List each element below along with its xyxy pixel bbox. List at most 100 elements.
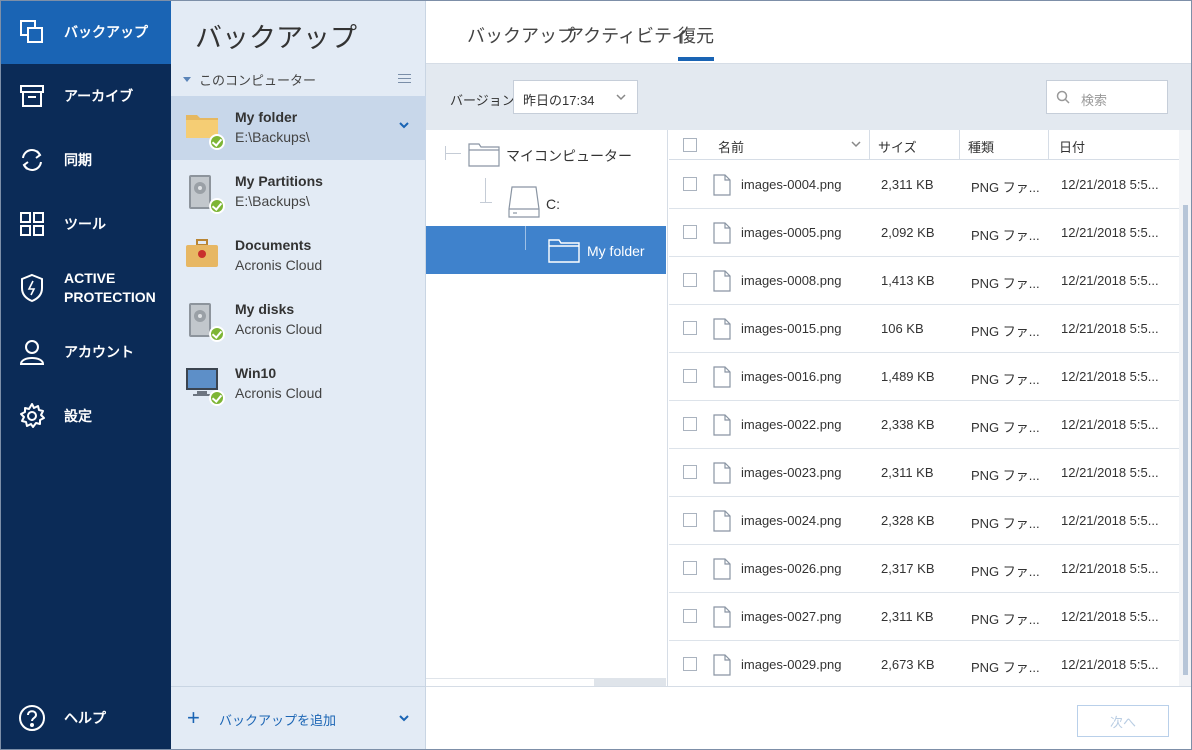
row-checkbox[interactable] <box>683 321 697 335</box>
table-row[interactable]: images-0022.png 2,338 KB PNG ファ... 12/21/20… <box>669 401 1179 449</box>
row-checkbox[interactable] <box>683 177 697 191</box>
backup-item-documents[interactable]: Documents Acronis Cloud <box>171 224 426 288</box>
nav-item-account[interactable]: アカウント <box>0 320 171 384</box>
table-row[interactable]: images-0026.png 2,317 KB PNG ファ... 12/21/20… <box>669 545 1179 593</box>
file-table: 名前 サイズ 種類 日付 images-0004.png 2,311 KB PNG … <box>669 130 1192 686</box>
row-checkbox[interactable] <box>683 369 697 383</box>
row-checkbox[interactable] <box>683 417 697 431</box>
column-header-size[interactable]: サイズ <box>870 130 960 160</box>
scrollbar-thumb[interactable] <box>426 678 594 686</box>
checkmark-icon <box>209 198 225 214</box>
tree-node-my-computer[interactable]: マイコンピューター <box>426 130 666 178</box>
file-icon <box>713 270 731 292</box>
file-name: images-0027.png <box>741 609 842 624</box>
file-size: 2,092 KB <box>881 225 935 240</box>
tab-recovery[interactable]: 復元 <box>678 22 714 61</box>
add-backup-label: バックアップを追加 <box>219 713 337 728</box>
backup-location: E:\Backups\ <box>235 193 310 209</box>
checkmark-icon <box>209 390 225 406</box>
file-type: PNG ファ... <box>971 420 1040 435</box>
nav-item-sync[interactable]: 同期 <box>0 128 171 192</box>
add-backup-button[interactable]: + バックアップを追加 <box>171 686 426 750</box>
backup-item-my-folder[interactable]: My folder E:\Backups\ <box>171 96 426 160</box>
tree-node-drive-c[interactable]: C: <box>426 178 666 226</box>
chevron-down-icon[interactable] <box>397 118 411 132</box>
nav-label: アカウント <box>64 343 134 360</box>
column-header-date[interactable]: 日付 <box>1049 130 1179 160</box>
sync-icon <box>18 146 46 174</box>
section-header[interactable]: このコンピューター <box>183 70 316 89</box>
file-icon <box>713 366 731 388</box>
nav-item-settings[interactable]: 設定 <box>0 384 171 448</box>
nav-label: ツール <box>64 215 106 232</box>
main-panel: バックアップ アクティビティ 復元 バージョン: 昨日の17:34 検索 マイコ… <box>426 0 1192 750</box>
file-date: 12/21/2018 5:5... <box>1061 561 1159 576</box>
copy-icon <box>18 18 46 46</box>
file-date: 12/21/2018 5:5... <box>1061 225 1159 240</box>
caret-down-icon <box>183 77 191 82</box>
row-checkbox[interactable] <box>683 465 697 479</box>
user-icon <box>18 338 46 366</box>
column-header-name[interactable]: 名前 <box>706 130 870 160</box>
hard-disk-icon <box>185 174 225 214</box>
tab-backup[interactable]: バックアップ <box>467 22 575 48</box>
briefcase-icon <box>185 238 225 278</box>
backup-item-win10[interactable]: Win10 Acronis Cloud <box>171 352 426 416</box>
table-row[interactable]: images-0015.png 106 KB PNG ファ... 12/21/2018… <box>669 305 1179 353</box>
file-icon <box>713 654 731 676</box>
nav-item-archive[interactable]: アーカイブ <box>0 64 171 128</box>
backup-item-my-disks[interactable]: My disks Acronis Cloud <box>171 288 426 352</box>
table-row[interactable]: images-0008.png 1,413 KB PNG ファ... 12/21/20… <box>669 257 1179 305</box>
backup-location: Acronis Cloud <box>235 257 323 273</box>
file-date: 12/21/2018 5:5... <box>1061 513 1159 528</box>
row-checkbox[interactable] <box>683 561 697 575</box>
nav-item-help[interactable]: ヘルプ <box>0 686 171 750</box>
nav-label: ACTIVE PROTECTION <box>64 269 156 307</box>
table-row[interactable]: images-0016.png 1,489 KB PNG ファ... 12/21/20… <box>669 353 1179 401</box>
tree-node-my-folder[interactable]: My folder <box>426 226 666 274</box>
file-type: PNG ファ... <box>971 324 1040 339</box>
tree-line <box>525 226 526 250</box>
file-type: PNG ファ... <box>971 564 1040 579</box>
backup-name: Win10 <box>235 365 277 381</box>
backup-item-my-partitions[interactable]: My Partitions E:\Backups\ <box>171 160 426 224</box>
file-icon <box>713 174 731 196</box>
table-row[interactable]: images-0024.png 2,328 KB PNG ファ... 12/21/20… <box>669 497 1179 545</box>
file-icon <box>713 414 731 436</box>
nav-label: 設定 <box>64 407 92 424</box>
table-row[interactable]: images-0023.png 2,311 KB PNG ファ... 12/21/20… <box>669 449 1179 497</box>
file-icon <box>713 222 731 244</box>
row-checkbox[interactable] <box>683 657 697 671</box>
backup-name: My disks <box>235 301 295 317</box>
row-checkbox[interactable] <box>683 225 697 239</box>
nav-item-tools[interactable]: ツール <box>0 192 171 256</box>
row-checkbox[interactable] <box>683 513 697 527</box>
file-name: images-0024.png <box>741 513 842 528</box>
file-name: images-0004.png <box>741 177 842 192</box>
file-name: images-0005.png <box>741 225 842 240</box>
scrollbar-thumb[interactable] <box>1183 205 1188 675</box>
table-row[interactable]: images-0029.png 2,673 KB PNG ファ... 12/21/20… <box>669 641 1179 686</box>
nav-item-active-protection[interactable]: ACTIVE PROTECTION <box>0 256 171 320</box>
table-row[interactable]: images-0027.png 2,311 KB PNG ファ... 12/21/20… <box>669 593 1179 641</box>
table-row[interactable]: images-0005.png 2,092 KB PNG ファ... 12/21/20… <box>669 209 1179 257</box>
row-checkbox[interactable] <box>683 273 697 287</box>
next-button[interactable]: 次へ <box>1077 705 1169 737</box>
select-all-checkbox[interactable] <box>683 138 697 152</box>
chevron-down-icon[interactable] <box>397 711 411 725</box>
row-checkbox[interactable] <box>683 609 697 623</box>
search-input[interactable]: 検索 <box>1046 80 1168 114</box>
version-dropdown[interactable]: 昨日の17:34 <box>513 80 638 114</box>
file-date: 12/21/2018 5:5... <box>1061 609 1159 624</box>
table-row[interactable]: images-0004.png 2,311 KB PNG ファ... 12/21/20… <box>669 161 1179 209</box>
version-value: 昨日の17:34 <box>523 93 595 108</box>
backup-name: My Partitions <box>235 173 323 189</box>
file-date: 12/21/2018 5:5... <box>1061 177 1159 192</box>
tab-activity[interactable]: アクティビティ <box>566 22 689 48</box>
archive-icon <box>18 82 46 110</box>
column-header-type[interactable]: 種類 <box>960 130 1049 160</box>
menu-icon[interactable] <box>398 74 411 84</box>
file-icon <box>713 558 731 580</box>
section-label: このコンピューター <box>199 73 317 88</box>
nav-item-backup[interactable]: バックアップ <box>0 0 171 64</box>
